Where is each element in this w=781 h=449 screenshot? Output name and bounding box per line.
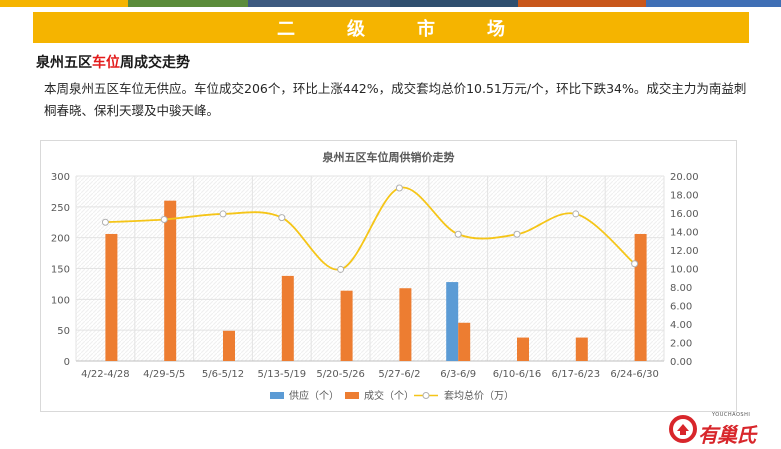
left-axis-tick-label: 250 <box>51 203 70 214</box>
x-axis-tick-label: 5/27-6/2 <box>378 369 420 380</box>
bar-supply <box>446 282 459 361</box>
heading-highlight: 车位 <box>92 55 120 71</box>
right-axis-tick-label: 18.00 <box>670 191 699 202</box>
heading-suffix: 周成交走势 <box>120 55 190 71</box>
price-point <box>101 218 109 226</box>
legend-swatch <box>270 392 284 399</box>
x-axis-tick-label: 5/6-5/12 <box>202 369 244 380</box>
brand-logo-text: 有巢氏 <box>698 423 756 447</box>
right-axis-tick-label: 6.00 <box>670 302 692 313</box>
x-axis-tick-label: 6/3-6/9 <box>440 369 476 380</box>
left-axis-tick-label: 200 <box>51 234 70 245</box>
header-title: 二级市场 <box>277 18 557 40</box>
bar-deals <box>517 337 529 361</box>
summary-text: 本周泉州五区车位无供应。车位成交206个，环比上涨442%，成交套均总价10.5… <box>44 81 747 118</box>
price-point <box>572 210 580 218</box>
x-axis-tick-label: 4/29-5/5 <box>143 369 185 380</box>
brand-logo: YOUCHAOSHI 有巢氏 <box>668 410 778 447</box>
bar-deals <box>458 322 471 361</box>
top-stripe <box>128 0 248 7</box>
legend-swatch-marker <box>422 392 430 399</box>
x-axis-tick-label: 6/24-6/30 <box>610 369 659 380</box>
x-axis-tick-label: 5/20-5/26 <box>316 369 365 380</box>
x-axis-tick-label: 4/22-4/28 <box>81 369 130 380</box>
x-axis-tick-label: 6/17-6/23 <box>552 369 601 380</box>
bar-deals <box>164 200 177 361</box>
left-axis-tick-label: 300 <box>51 172 70 183</box>
right-axis-tick-label: 0.00 <box>670 357 692 368</box>
bar-deals <box>575 337 588 361</box>
heading-prefix: 泉州五区 <box>36 55 92 71</box>
top-stripe <box>248 0 390 7</box>
header-banner: 二级市场 <box>33 12 749 43</box>
right-axis-tick-label: 10.00 <box>670 265 699 276</box>
price-point <box>337 265 345 273</box>
left-axis-tick-label: 150 <box>51 265 70 276</box>
x-axis-tick-label: 5/13-5/19 <box>258 369 307 380</box>
price-point <box>160 215 168 223</box>
right-axis-tick-label: 2.00 <box>670 339 692 350</box>
legend-label: 套均总价（万） <box>444 389 514 402</box>
legend-swatch <box>345 392 359 399</box>
right-axis-tick-label: 14.00 <box>670 228 699 239</box>
legend-label: 成交（个） <box>364 389 414 402</box>
price-point <box>278 214 286 222</box>
price-point <box>631 260 639 268</box>
top-stripe <box>0 0 128 7</box>
legend-label: 供应（个） <box>289 389 339 402</box>
right-axis-tick-label: 12.00 <box>670 246 699 257</box>
price-point <box>219 210 227 218</box>
top-stripe <box>518 0 646 7</box>
right-axis-tick-label: 16.00 <box>670 209 699 220</box>
bar-deals <box>399 288 412 361</box>
chart-svg: 0 50 100 150 200 250 300 0.00 2.00 4.00 6.00 8.00 10… <box>51 172 699 402</box>
bar-deals <box>340 290 353 361</box>
price-point <box>454 230 462 238</box>
left-axis-tick-label: 0 <box>64 357 70 368</box>
right-axis-tick-label: 4.00 <box>670 320 692 331</box>
chart-container: 泉州五区车位周供销价走势 0 50 100 150 200 250 300 0.00 2.00 4… <box>40 140 737 412</box>
left-axis-tick-label: 50 <box>57 326 70 337</box>
brand-logo-icon <box>669 415 697 443</box>
bar-deals <box>634 233 647 361</box>
bar-deals <box>223 330 235 361</box>
price-point <box>513 230 521 238</box>
bar-deals <box>105 233 118 361</box>
left-axis-tick-label: 100 <box>51 295 70 306</box>
x-axis-tick-label: 6/10-6/16 <box>493 369 542 380</box>
right-axis-tick-label: 8.00 <box>670 283 692 294</box>
top-color-stripes <box>0 0 781 7</box>
top-stripe <box>390 0 518 7</box>
section-heading: 泉州五区车位周成交走势 <box>36 52 190 72</box>
price-point <box>395 184 403 192</box>
right-axis-tick-label: 20.00 <box>670 172 699 183</box>
top-stripe <box>646 0 781 7</box>
bar-deals <box>281 275 294 361</box>
brand-logo-subtitle: YOUCHAOSHI <box>712 412 751 418</box>
